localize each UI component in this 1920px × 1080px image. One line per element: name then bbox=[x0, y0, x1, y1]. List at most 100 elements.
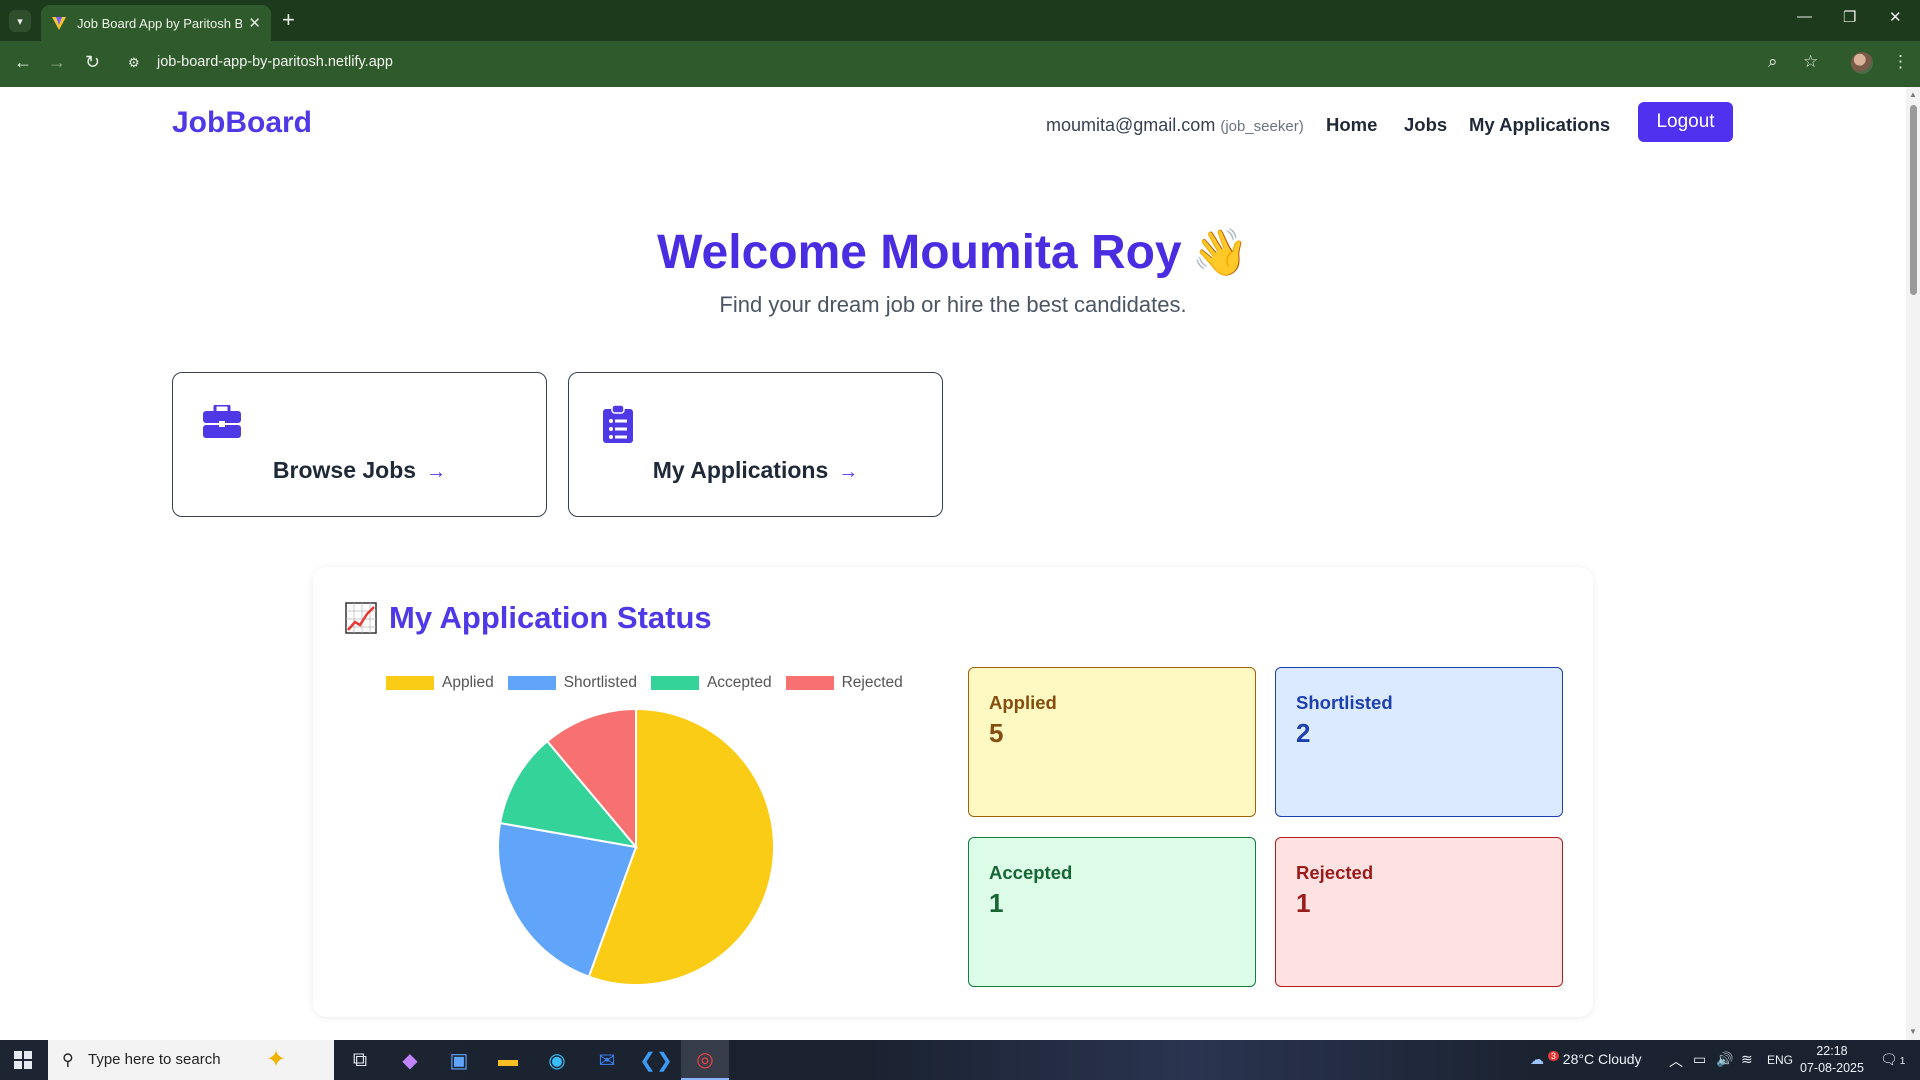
status-pie-chart bbox=[497, 707, 775, 986]
nav-my-applications[interactable]: My Applications bbox=[1469, 114, 1610, 136]
legend-label: Shortlisted bbox=[563, 674, 637, 691]
my-applications-card[interactable]: My Applications → bbox=[568, 372, 943, 517]
weather-text: 28°C Cloudy bbox=[1562, 1051, 1642, 1067]
page-scrollbar[interactable]: ▲ ▼ bbox=[1906, 87, 1920, 1040]
outlook-icon[interactable]: ✉ bbox=[583, 1040, 631, 1080]
shortlisted-label: Shortlisted bbox=[1296, 692, 1393, 713]
scroll-down-icon[interactable]: ▼ bbox=[1909, 1027, 1917, 1036]
clipboard-list-icon bbox=[603, 405, 633, 443]
notification-count: 1 bbox=[1899, 1056, 1906, 1067]
scrollbar-thumb[interactable] bbox=[1910, 105, 1917, 295]
edge-icon[interactable]: ◉ bbox=[533, 1040, 581, 1080]
chart-increasing-icon bbox=[345, 602, 377, 634]
legend-item-applied[interactable]: Applied bbox=[386, 674, 494, 692]
tab-close-icon[interactable]: ✕ bbox=[248, 14, 261, 32]
new-tab-button[interactable]: + bbox=[282, 9, 295, 31]
welcome-text: Welcome Moumita Roy bbox=[657, 226, 1182, 279]
legend-label: Accepted bbox=[706, 674, 772, 691]
applied-label: Applied bbox=[989, 692, 1057, 713]
volume-icon[interactable]: 🔊 bbox=[1716, 1051, 1733, 1068]
page-viewport: JobBoard moumita@gmail.com (job_seeker) … bbox=[0, 87, 1906, 1040]
applied-stat-card: Applied 5 bbox=[968, 667, 1256, 817]
chart-legend: Applied Shortlisted Accepted Rejected bbox=[386, 674, 917, 692]
user-email: moumita@gmail.com bbox=[1046, 115, 1216, 135]
clock-time: 22:18 bbox=[1816, 1044, 1848, 1058]
tab-search-button[interactable]: ▾ bbox=[9, 10, 31, 32]
taskbar-search[interactable]: ⚲ Type here to search ✦ bbox=[48, 1040, 334, 1080]
browser-menu-icon[interactable]: ⋮ bbox=[1892, 52, 1909, 72]
rejected-count: 1 bbox=[1296, 888, 1311, 918]
browser-toolbar: ← → ↻ ⚙ job-board-app-by-paritosh.netlif… bbox=[0, 41, 1920, 87]
clock[interactable]: 22:18 07-08-2025 bbox=[1800, 1043, 1864, 1077]
vscode-icon[interactable]: ❮❯ bbox=[632, 1040, 680, 1080]
shortlisted-stat-card: Shortlisted 2 bbox=[1275, 667, 1563, 817]
tray-overflow-icon[interactable]: ︿ bbox=[1669, 1051, 1683, 1071]
waving-hand-icon: 👋 bbox=[1191, 226, 1249, 278]
my-applications-label: My Applications bbox=[652, 457, 829, 483]
weather-badge: 3 bbox=[1547, 1051, 1559, 1061]
arrow-right-icon: → bbox=[426, 461, 447, 483]
page-subtitle: Find your dream job or hire the best can… bbox=[719, 292, 1187, 317]
restore-icon[interactable]: ❐ bbox=[1843, 8, 1856, 26]
copilot-sparkle-icon: ✦ bbox=[266, 1046, 287, 1073]
language-indicator[interactable]: ENG bbox=[1767, 1053, 1793, 1067]
profile-avatar[interactable] bbox=[1851, 52, 1873, 74]
reload-icon[interactable]: ↻ bbox=[85, 52, 100, 72]
site-favicon-icon bbox=[52, 17, 66, 30]
legend-swatch bbox=[785, 676, 834, 690]
legend-label: Rejected bbox=[841, 674, 903, 691]
site-info-icon[interactable]: ⚙ bbox=[128, 55, 144, 71]
legend-item-shortlisted[interactable]: Shortlisted bbox=[507, 674, 637, 692]
status-title: My Application Status bbox=[345, 600, 712, 636]
scroll-up-icon[interactable]: ▲ bbox=[1909, 90, 1917, 99]
browse-jobs-label: Browse Jobs bbox=[272, 457, 417, 483]
window-close-icon[interactable]: ✕ bbox=[1889, 8, 1902, 26]
windows-start-icon[interactable] bbox=[14, 1051, 32, 1069]
legend-item-accepted[interactable]: Accepted bbox=[650, 674, 772, 692]
browse-jobs-card[interactable]: Browse Jobs → bbox=[172, 372, 547, 517]
back-icon[interactable]: ← bbox=[14, 52, 32, 72]
applied-count: 5 bbox=[989, 718, 1004, 748]
address-bar[interactable]: job-board-app-by-paritosh.netlify.app bbox=[157, 54, 393, 70]
legend-swatch bbox=[507, 676, 556, 690]
accepted-label: Accepted bbox=[989, 862, 1073, 883]
bookmark-star-icon[interactable]: ☆ bbox=[1803, 52, 1818, 72]
legend-label: Applied bbox=[442, 674, 494, 691]
network-icon[interactable]: ≋ bbox=[1741, 1051, 1753, 1068]
browser-tab-active[interactable]: Job Board App by Paritosh Barman ✕ bbox=[41, 5, 271, 41]
legend-item-rejected[interactable]: Rejected bbox=[785, 674, 903, 692]
copilot-icon[interactable]: ◆ bbox=[386, 1040, 434, 1080]
legend-swatch bbox=[650, 676, 699, 690]
search-icon: ⚲ bbox=[62, 1052, 74, 1069]
meet-icon[interactable]: ▭ bbox=[1693, 1051, 1706, 1068]
cloud-icon: ☁ bbox=[1530, 1051, 1544, 1067]
weather-widget[interactable]: ☁ 3 28°C Cloudy bbox=[1530, 1051, 1642, 1068]
arrow-right-icon: → bbox=[838, 461, 859, 483]
legend-swatch bbox=[386, 676, 434, 690]
page-title: Welcome Moumita Roy 👋 bbox=[0, 225, 1906, 280]
task-view-icon[interactable]: ⧉ bbox=[336, 1040, 384, 1080]
nav-home[interactable]: Home bbox=[1326, 114, 1377, 136]
tab-title: Job Board App by Paritosh Barman bbox=[77, 15, 243, 31]
browser-tabstrip: ▾ Job Board App by Paritosh Barman ✕ + —… bbox=[0, 0, 1920, 41]
status-title-text: My Application Status bbox=[389, 600, 712, 635]
accepted-stat-card: Accepted 1 bbox=[968, 837, 1256, 987]
user-role: (job_seeker) bbox=[1220, 118, 1304, 135]
application-status-panel: My Application Status Applied Shortlisted… bbox=[313, 567, 1593, 1017]
briefcase-icon bbox=[203, 405, 241, 438]
nav-jobs[interactable]: Jobs bbox=[1404, 114, 1447, 136]
shortlisted-count: 2 bbox=[1296, 718, 1311, 748]
notifications-icon[interactable]: 🗨 1 bbox=[1880, 1051, 1905, 1068]
minimize-icon[interactable]: — bbox=[1797, 8, 1812, 25]
file-explorer-icon[interactable]: ▬ bbox=[484, 1040, 532, 1080]
zoom-icon[interactable]: ⌕ bbox=[1768, 52, 1778, 72]
rejected-label: Rejected bbox=[1296, 862, 1374, 883]
rejected-stat-card: Rejected 1 bbox=[1275, 837, 1563, 987]
chrome-icon[interactable]: ◎ bbox=[681, 1040, 729, 1080]
store-icon[interactable]: ▣ bbox=[435, 1040, 483, 1080]
user-info: moumita@gmail.com (job_seeker) bbox=[1046, 115, 1304, 136]
forward-icon[interactable]: → bbox=[48, 52, 66, 72]
logout-button[interactable]: Logout bbox=[1638, 102, 1733, 142]
brand-logo[interactable]: JobBoard bbox=[172, 106, 312, 140]
accepted-count: 1 bbox=[989, 888, 1004, 918]
